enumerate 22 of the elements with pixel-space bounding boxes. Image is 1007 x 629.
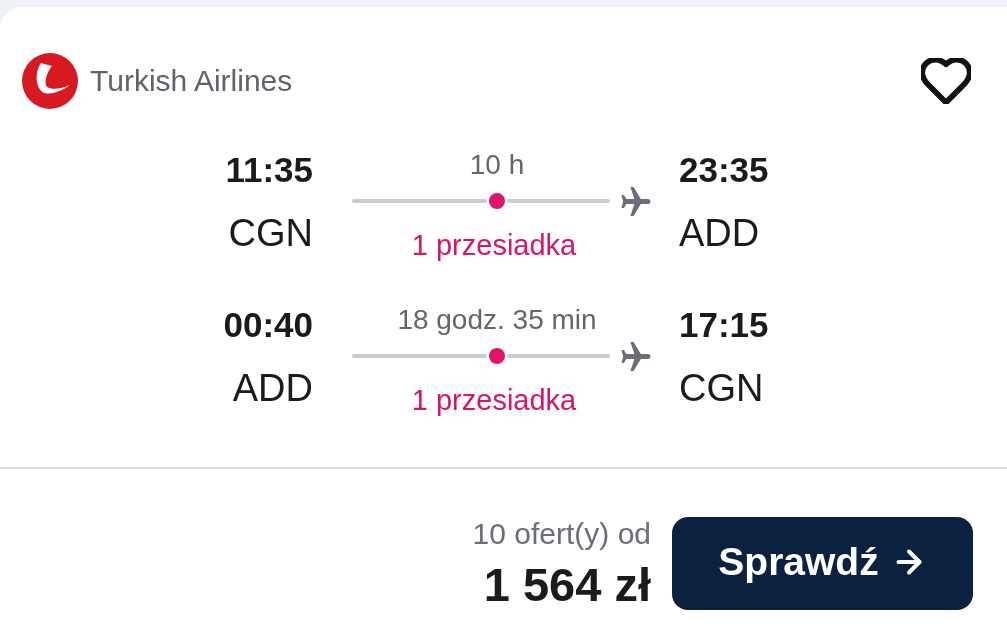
departure-time: 11:35 bbox=[225, 151, 313, 189]
flight-duration: 10 h bbox=[468, 149, 526, 181]
airline-name: Turkish Airlines bbox=[90, 64, 293, 98]
stop-dot-icon bbox=[489, 348, 505, 364]
departure-airport: ADD bbox=[232, 368, 313, 408]
stops-label: 1 przesiadka bbox=[410, 384, 578, 416]
stop-dot-icon bbox=[489, 193, 505, 209]
plane-icon bbox=[620, 186, 652, 216]
stops-label: 1 przesiadka bbox=[410, 229, 578, 261]
departure-airport: CGN bbox=[228, 213, 313, 253]
arrival-airport: ADD bbox=[679, 213, 760, 253]
flight-duration: 18 godz. 35 min bbox=[396, 304, 598, 336]
arrival-airport: CGN bbox=[679, 368, 764, 408]
favorite-heart-button[interactable] bbox=[921, 58, 971, 104]
plane-icon bbox=[620, 341, 652, 371]
price: 1 564 zł bbox=[483, 559, 651, 611]
arrival-time: 17:15 bbox=[679, 306, 769, 344]
arrival-time: 23:35 bbox=[679, 151, 769, 189]
check-button[interactable]: Sprawdź bbox=[672, 517, 973, 610]
airline-logo bbox=[22, 53, 78, 109]
offers-count: 10 ofert(y) od bbox=[472, 517, 651, 551]
departure-time: 00:40 bbox=[223, 306, 313, 344]
